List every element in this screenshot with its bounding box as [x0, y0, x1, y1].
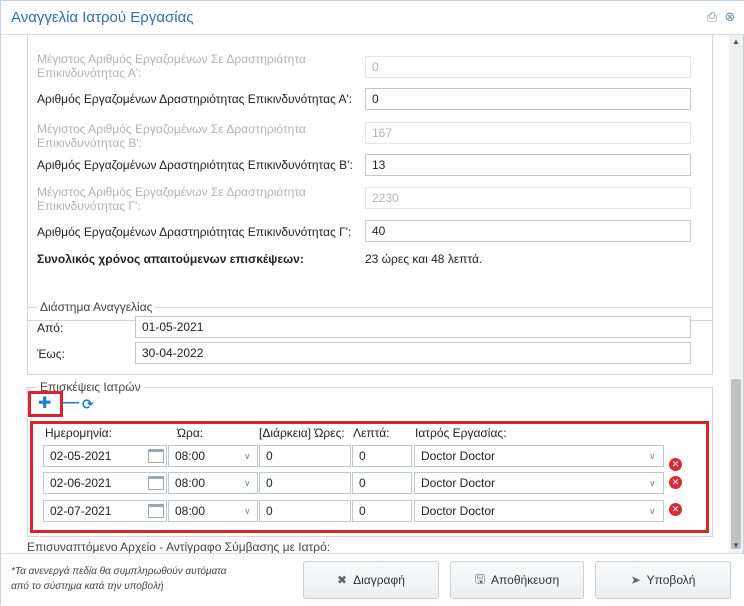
print-icon[interactable]: ⎙	[705, 10, 719, 24]
chevron-down-icon[interactable]: ∨	[244, 451, 251, 462]
period-legend: Διάστημα Αναγγελίας	[37, 300, 156, 314]
close-x-icon: ✖	[337, 573, 348, 587]
chevron-down-icon[interactable]: ∨	[649, 451, 656, 462]
submit-button-label: Υποβολή	[646, 573, 696, 587]
chevron-down-icon[interactable]: ∨	[649, 478, 656, 489]
header-minutes: Λεπτά:	[353, 426, 390, 440]
content-scrollbar[interactable]: ▲ ▼	[729, 35, 743, 553]
chevron-down-icon[interactable]: ∨	[244, 478, 251, 489]
title-icons: ⎙ ⊗	[705, 10, 737, 24]
to-label: Έως:	[37, 347, 65, 361]
visit-minutes-input[interactable]: 0	[352, 472, 412, 494]
attachment-label: Επισυναπτόμενο Αρχείο - Αντίγραφο Σύμβασ…	[27, 540, 331, 553]
chevron-down-icon[interactable]: ∨	[649, 506, 656, 517]
scroll-thumb[interactable]	[731, 379, 741, 549]
scroll-down-icon[interactable]: ▼	[732, 541, 740, 550]
delete-row-icon[interactable]: ✕	[669, 503, 682, 516]
from-input[interactable]: 01-05-2021	[135, 316, 691, 338]
header-time: Ώρα:	[177, 426, 204, 440]
announcement-dialog: Αναγγελία Ιατρού Εργασίας ⎙ ⊗ Μέγιστος Α…	[0, 0, 744, 606]
visit-minutes-input[interactable]: 0	[352, 500, 412, 522]
max-a-label: Μέγιστος Αριθμός Εργαζομένων Σε Δραστηρι…	[37, 52, 306, 80]
dialog-content: Μέγιστος Αριθμός Εργαζομένων Σε Δραστηρι…	[1, 35, 727, 553]
save-icon: 🖫	[474, 571, 486, 586]
count-a-input[interactable]: 0	[365, 88, 691, 110]
count-c-input[interactable]: 40	[365, 220, 691, 242]
calendar-icon[interactable]	[148, 504, 164, 518]
refresh-icon[interactable]: ⟳	[82, 396, 94, 412]
submit-button[interactable]: ➤ Υποβολή	[595, 561, 731, 599]
to-input[interactable]: 30-04-2022	[135, 342, 691, 364]
total-time-value: 23 ώρες και 48 λεπτά.	[365, 252, 483, 266]
remove-icon[interactable]: —	[63, 395, 79, 411]
chevron-down-icon[interactable]: ∨	[244, 506, 251, 517]
calendar-icon[interactable]	[148, 449, 164, 463]
total-time-label: Συνολικός χρόνος απαιτούμενων επισκέψεων…	[37, 252, 304, 266]
max-a-input: 0	[365, 56, 691, 78]
delete-row-icon[interactable]: ✕	[669, 476, 682, 489]
visit-hours-input[interactable]: 0	[259, 472, 351, 494]
header-doctor: Ιατρός Εργασίας:	[415, 426, 507, 440]
visit-hours-input[interactable]: 0	[259, 445, 351, 467]
footer-note: *Τα ανενεργά πεδία θα συμπληρωθούν αυτόμ…	[11, 566, 227, 592]
header-hours: [Διάρκεια] Ώρες:	[259, 426, 345, 440]
add-icon[interactable]: ✚	[38, 396, 51, 412]
count-a-label: Αριθμός Εργαζομένων Δραστηριότητας Επικι…	[37, 92, 353, 106]
send-icon: ➤	[630, 573, 641, 587]
visit-doctor-select[interactable]: Doctor Doctor	[414, 472, 664, 494]
title-bar: Αναγγελία Ιατρού Εργασίας ⎙ ⊗	[1, 1, 744, 35]
header-date: Ημερομηνία:	[45, 426, 112, 440]
calendar-icon[interactable]	[148, 476, 164, 490]
max-b-input: 167	[365, 122, 691, 144]
scroll-up-icon[interactable]: ▲	[732, 37, 740, 46]
visit-doctor-select[interactable]: Doctor Doctor	[414, 445, 664, 467]
delete-row-icon[interactable]: ✕	[669, 458, 682, 471]
visit-hours-input[interactable]: 0	[259, 500, 351, 522]
count-c-label: Αριθμός Εργαζομένων Δραστηριότητας Επικι…	[37, 225, 352, 239]
count-b-label: Αριθμός Εργαζομένων Δραστηριότητας Επικι…	[37, 158, 353, 172]
max-b-label: Μέγιστος Αριθμός Εργαζομένων Σε Δραστηρι…	[37, 122, 306, 150]
visit-doctor-select[interactable]: Doctor Doctor	[414, 500, 664, 522]
close-icon[interactable]: ⊗	[723, 10, 737, 24]
delete-button[interactable]: ✖ Διαγραφή	[303, 561, 439, 599]
max-c-label: Μέγιστος Αριθμός Εργαζομένων Σε Δραστηρι…	[37, 185, 306, 213]
from-label: Από:	[37, 321, 64, 335]
max-c-input: 2230	[365, 187, 691, 209]
save-button-label: Αποθήκευση	[491, 573, 560, 587]
delete-button-label: Διαγραφή	[353, 573, 405, 587]
visit-minutes-input[interactable]: 0	[352, 445, 412, 467]
count-b-input[interactable]: 13	[365, 154, 691, 176]
dialog-title: Αναγγελία Ιατρού Εργασίας	[11, 9, 194, 26]
save-button[interactable]: 🖫 Αποθήκευση	[450, 561, 584, 599]
dialog-footer: *Τα ανενεργά πεδία θα συμπληρωθούν αυτόμ…	[1, 553, 744, 606]
